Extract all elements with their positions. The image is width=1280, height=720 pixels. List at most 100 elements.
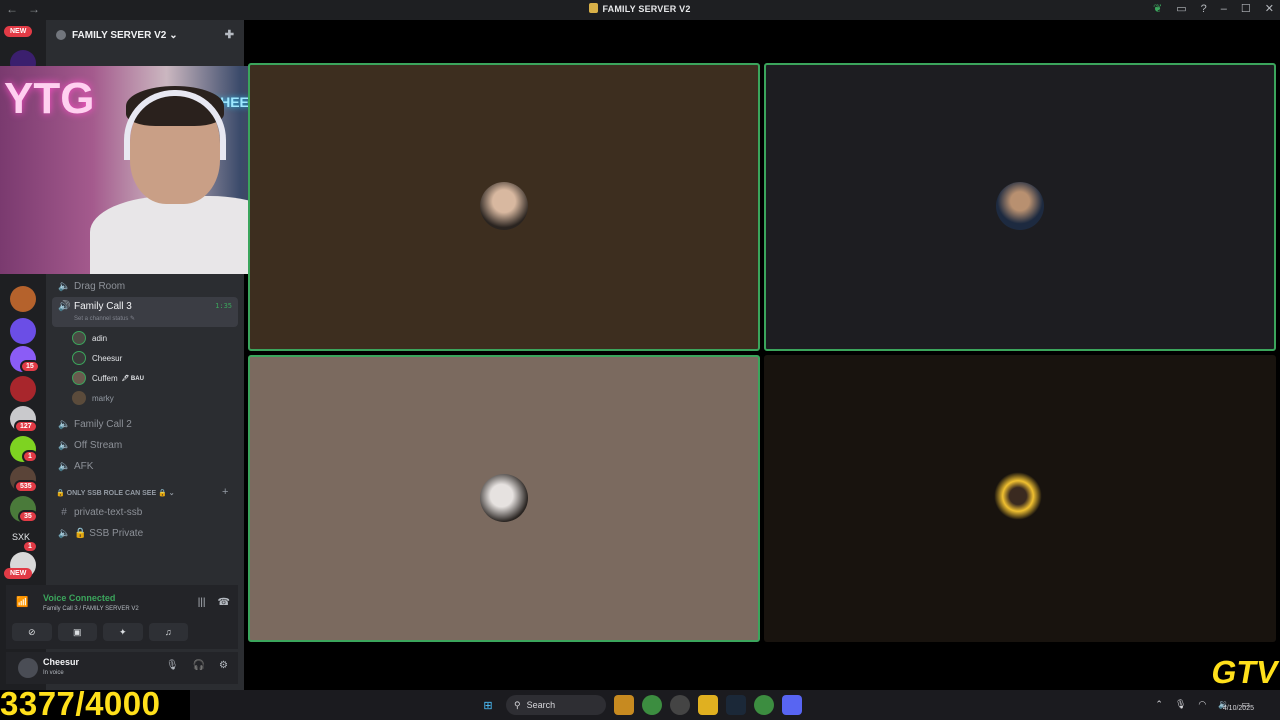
voice-panel: 📶 Voice Connected Family Call 3 / FAMILY… <box>6 585 238 649</box>
server-header[interactable]: FAMILY SERVER V2 ⌄ ✚ <box>46 20 244 50</box>
speaker-icon: 🔈 <box>58 280 71 292</box>
soundboard-button[interactable]: ♫ <box>148 623 188 641</box>
activities-button[interactable]: ✦ <box>103 623 143 641</box>
channel-label: Drag Room <box>74 280 126 292</box>
participant-avatar <box>480 474 528 522</box>
activities-icon: ✦ <box>118 626 127 637</box>
wifi-icon[interactable]: ◠ <box>1198 699 1206 710</box>
video-off-button[interactable]: ⊘ <box>12 623 52 641</box>
channel-afk[interactable]: 🔈 AFK <box>52 456 238 476</box>
user-status: In voice <box>43 670 64 676</box>
member-name: marky <box>92 393 114 403</box>
screen-share-button[interactable]: ▣ <box>57 623 97 641</box>
disconnect-icon[interactable]: ☎ <box>218 597 230 608</box>
user-controls: 🎙 🎧 ⚙ <box>166 660 228 671</box>
member-name: adin <box>92 333 108 343</box>
server-badge: 1 <box>22 540 38 553</box>
voice-member[interactable]: marky <box>72 391 114 405</box>
voice-buttons: ⊘ ▣ ✦ ♫ <box>12 623 188 641</box>
video-tile-3[interactable] <box>248 355 760 642</box>
window-title-text: FAMILY SERVER V2 <box>602 4 691 14</box>
user-panel: Cheesur In voice 🎙 🎧 ⚙ <box>6 652 238 684</box>
channel-status[interactable]: Set a channel status ✎ <box>74 315 135 322</box>
server-badge: 15 <box>20 360 40 373</box>
window-controls: ❦ ▭ ? – ☐ ✕ <box>1153 2 1274 16</box>
help-icon[interactable]: ? <box>1201 3 1207 15</box>
voice-member[interactable]: Cheesur <box>72 351 122 365</box>
close-icon[interactable]: ✕ <box>1265 2 1274 15</box>
minimize-icon[interactable]: – <box>1221 3 1227 15</box>
hash-icon: # <box>61 506 67 518</box>
server-badge: 535 <box>14 480 38 493</box>
app-icon-circle[interactable] <box>670 695 690 715</box>
channel-drag-room[interactable]: 🔈 Drag Room <box>52 276 238 296</box>
voice-member[interactable]: Cuffem 🖊 BAU <box>72 371 144 385</box>
add-member-icon[interactable]: ✚ <box>225 28 234 41</box>
chrome-icon[interactable] <box>754 695 774 715</box>
discord-icon[interactable] <box>782 695 802 715</box>
speaker-icon: 🔈 <box>58 439 71 451</box>
avatar[interactable] <box>18 658 38 678</box>
voice-location: Family Call 3 / FAMILY SERVER V2 <box>43 606 139 612</box>
server-name: FAMILY SERVER V2 <box>72 29 167 41</box>
channel-private-text-ssb[interactable]: # private-text-ssb <box>52 502 238 522</box>
steam-icon[interactable] <box>726 695 746 715</box>
microphone-icon[interactable]: 🎙 <box>166 660 179 671</box>
channel-off-stream[interactable]: 🔈 Off Stream <box>52 435 238 455</box>
voice-status[interactable]: Voice Connected <box>43 593 115 603</box>
sub-goal-counter: 3377/4000 <box>0 685 161 720</box>
leaf-icon[interactable]: ❦ <box>1153 2 1162 15</box>
title-bar: ← → FAMILY SERVER V2 ❦ ▭ ? – ☐ ✕ <box>0 0 1280 20</box>
voice-actions: ||| ☎ <box>198 597 230 608</box>
avatar <box>72 371 86 385</box>
signal-icon[interactable]: 📶 <box>16 597 28 608</box>
channel-ssb-private[interactable]: 🔈 🔒 SSB Private <box>52 523 238 543</box>
screen-share-icon: ▣ <box>72 626 82 637</box>
server-icon-2[interactable] <box>10 286 36 312</box>
user-name: Cheesur <box>43 657 80 667</box>
gear-icon[interactable]: ⚙ <box>219 660 228 671</box>
window-title: FAMILY SERVER V2 <box>0 3 1280 14</box>
server-badge: 127 <box>14 420 38 433</box>
channel-family-call-2[interactable]: 🔈 Family Call 2 <box>52 414 238 434</box>
file-explorer-icon[interactable] <box>698 695 718 715</box>
new-badge-top: NEW <box>4 26 33 37</box>
speaker-icon: 🔊 <box>58 301 71 312</box>
speaker-icon: 🔈 <box>58 418 71 430</box>
participant-avatar <box>480 182 528 230</box>
taskbar: ⊞ ⚲ Search ⌃ 🎙 ◠ 🔉 ▭ 4/10/2025 <box>190 690 1280 720</box>
search-placeholder: Search <box>526 700 556 710</box>
new-badge-bottom: NEW <box>4 568 33 579</box>
video-tile-4[interactable] <box>764 355 1276 642</box>
channel-label: Off Stream <box>74 439 123 451</box>
video-tile-1[interactable] <box>248 63 760 351</box>
headphones-icon[interactable]: 🎧 <box>193 660 205 671</box>
chrome-icon[interactable] <box>642 695 662 715</box>
speaker-icon: 🔈 <box>58 460 71 472</box>
taskbar-date[interactable]: 4/10/2025 <box>1223 705 1254 712</box>
voice-member[interactable]: adin <box>72 331 107 345</box>
channel-family-call-3[interactable]: 🔊 Family Call 3 1:35 Set a channel status… <box>52 297 238 327</box>
server-icon-3[interactable] <box>10 318 36 344</box>
member-tag: 🖊 BAU <box>121 375 144 382</box>
speaker-icon: 🔈 <box>58 527 71 539</box>
server-icon <box>589 3 599 13</box>
taskbar-search[interactable]: ⚲ Search <box>506 695 606 715</box>
call-timer: 1:35 <box>215 302 232 310</box>
category-ssb[interactable]: 🔒 ONLY SSB ROLE CAN SEE 🔒 ⌄ <box>56 489 175 497</box>
noise-suppression-icon[interactable]: ||| <box>198 597 206 608</box>
video-off-icon: ⊘ <box>27 626 36 637</box>
taskbar-icons: ⊞ ⚲ Search <box>478 695 802 715</box>
inbox-icon[interactable]: ▭ <box>1176 2 1186 15</box>
app-icon-crown[interactable] <box>614 695 634 715</box>
channel-label: private-text-ssb <box>74 506 143 518</box>
windows-start-icon[interactable]: ⊞ <box>478 695 498 715</box>
microphone-tray-icon[interactable]: 🎙 <box>1175 699 1186 710</box>
chevron-up-icon[interactable]: ⌃ <box>1155 699 1163 710</box>
server-icon-5[interactable] <box>10 376 36 402</box>
gtv-logo: GTV <box>1208 654 1280 690</box>
member-name: Cheesur <box>92 353 123 363</box>
chevron-down-icon: ⌄ <box>169 29 178 41</box>
maximize-icon[interactable]: ☐ <box>1241 2 1251 15</box>
video-tile-2[interactable] <box>764 63 1276 351</box>
